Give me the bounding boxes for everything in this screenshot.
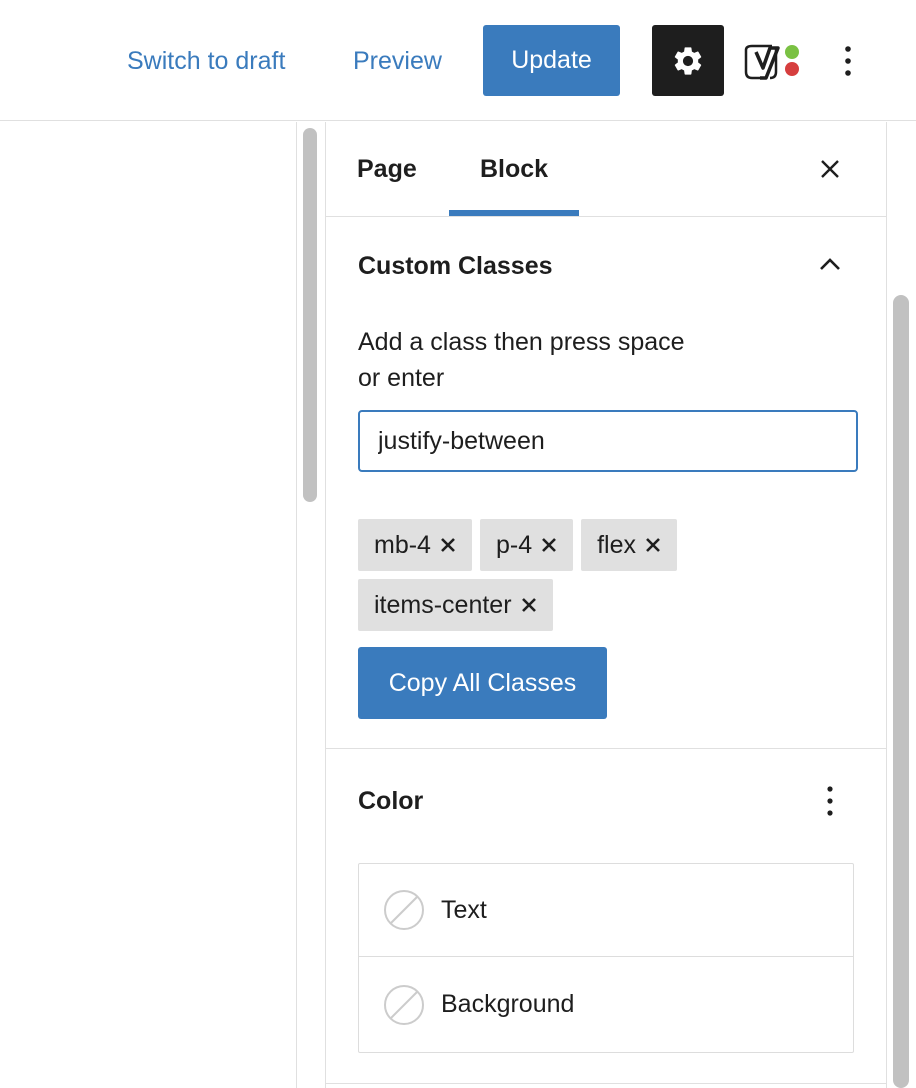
- color-item-text[interactable]: Text: [359, 864, 853, 957]
- close-sidebar-button[interactable]: [813, 149, 847, 189]
- settings-button[interactable]: [652, 25, 724, 96]
- copy-all-classes-button[interactable]: Copy All Classes: [358, 647, 607, 719]
- remove-class-button[interactable]: [437, 534, 459, 556]
- copy-all-classes-label: Copy All Classes: [388, 668, 577, 697]
- update-button-label: Update: [511, 46, 592, 74]
- yoast-seo-button[interactable]: [742, 40, 802, 82]
- class-chip-label: flex: [597, 530, 637, 559]
- vertical-ellipsis-icon: [845, 46, 851, 76]
- color-item-label: Text: [441, 895, 487, 924]
- color-panel-title: Color: [358, 787, 424, 815]
- remove-class-button[interactable]: [518, 594, 540, 616]
- class-chip-list: mb-4 p-4 flex items-center: [358, 519, 738, 631]
- divider: [296, 122, 297, 1088]
- editor-canvas[interactable]: [0, 122, 296, 1088]
- color-item-background[interactable]: Background: [359, 958, 853, 1051]
- tab-block[interactable]: Block: [480, 152, 548, 186]
- active-tab-indicator: [449, 210, 579, 216]
- class-chip: items-center: [358, 579, 553, 631]
- update-button[interactable]: Update: [483, 25, 620, 96]
- remove-class-button[interactable]: [538, 534, 560, 556]
- class-chip-label: p-4: [495, 530, 533, 559]
- preview-button[interactable]: Preview: [353, 44, 442, 78]
- chevron-up-icon: [820, 258, 840, 270]
- close-icon: [821, 160, 839, 178]
- collapse-custom-classes-button[interactable]: [812, 246, 848, 282]
- class-chip: p-4: [479, 519, 574, 571]
- close-icon: [646, 538, 660, 552]
- tab-page[interactable]: Page: [357, 152, 417, 186]
- color-settings-list: Text Background: [358, 863, 854, 1053]
- close-icon: [441, 538, 455, 552]
- color-options-button[interactable]: [815, 780, 845, 822]
- color-panel: Color Text Background: [326, 750, 886, 1084]
- custom-classes-help-text: Add a class then press space or enter: [358, 324, 738, 396]
- sidebar-tabs: Page Block: [326, 122, 886, 217]
- no-color-swatch-icon: [384, 984, 424, 1025]
- class-chip: flex: [581, 519, 678, 571]
- gear-icon: [674, 46, 702, 75]
- yoast-seo-icon: [744, 44, 799, 80]
- add-class-input[interactable]: [358, 410, 858, 472]
- custom-classes-title[interactable]: Custom Classes: [358, 249, 553, 283]
- editor-scrollbar[interactable]: [303, 128, 317, 502]
- more-options-button[interactable]: [830, 40, 866, 82]
- custom-classes-panel: Custom Classes Add a class then press sp…: [326, 218, 886, 749]
- divider: [886, 122, 887, 1088]
- remove-class-button[interactable]: [642, 534, 664, 556]
- sidebar-scrollbar[interactable]: [893, 295, 909, 1088]
- color-item-label: Background: [441, 990, 575, 1018]
- class-chip-label: items-center: [374, 590, 512, 619]
- switch-to-draft-button[interactable]: Switch to draft: [127, 44, 285, 78]
- help-text-line: Add a class then press space: [358, 328, 685, 356]
- vertical-ellipsis-icon: [827, 786, 833, 816]
- settings-sidebar: Page Block Custom Classes Add a class th…: [326, 122, 886, 1088]
- close-icon: [521, 598, 536, 612]
- class-chip: mb-4: [358, 519, 472, 571]
- close-icon: [542, 538, 557, 552]
- help-text-line: or enter: [358, 364, 445, 392]
- class-chip-label: mb-4: [374, 530, 431, 559]
- editor-header: Switch to draft Preview Update: [0, 0, 916, 121]
- no-color-swatch-icon: [384, 890, 424, 930]
